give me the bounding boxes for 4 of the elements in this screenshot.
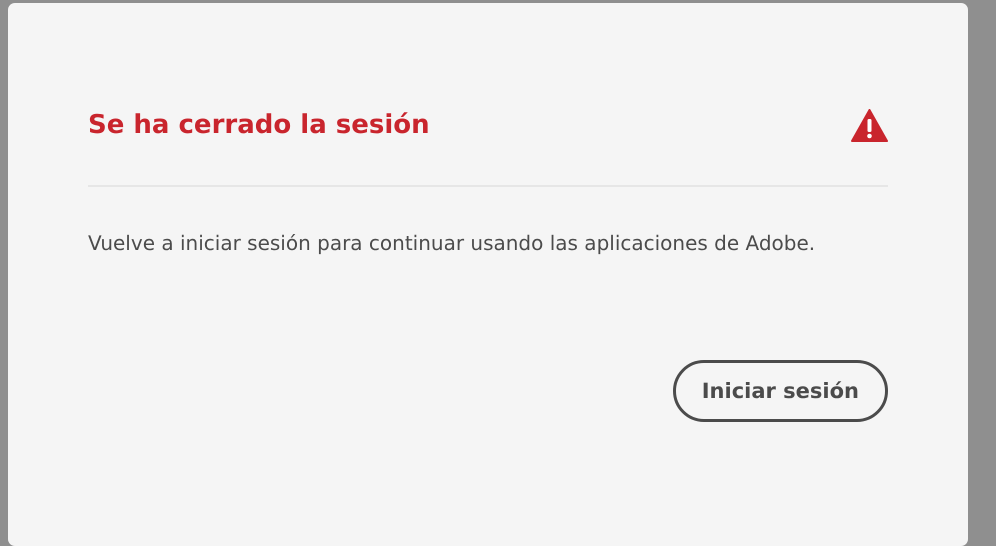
sign-in-button[interactable]: Iniciar sesión: [672, 360, 888, 422]
warning-icon: [851, 108, 888, 142]
dialog-message: Vuelve a iniciar sesión para continuar usando las aplicaciones de Adobe.: [88, 230, 816, 257]
dialog-title: Se ha cerrado la sesión: [88, 109, 430, 142]
